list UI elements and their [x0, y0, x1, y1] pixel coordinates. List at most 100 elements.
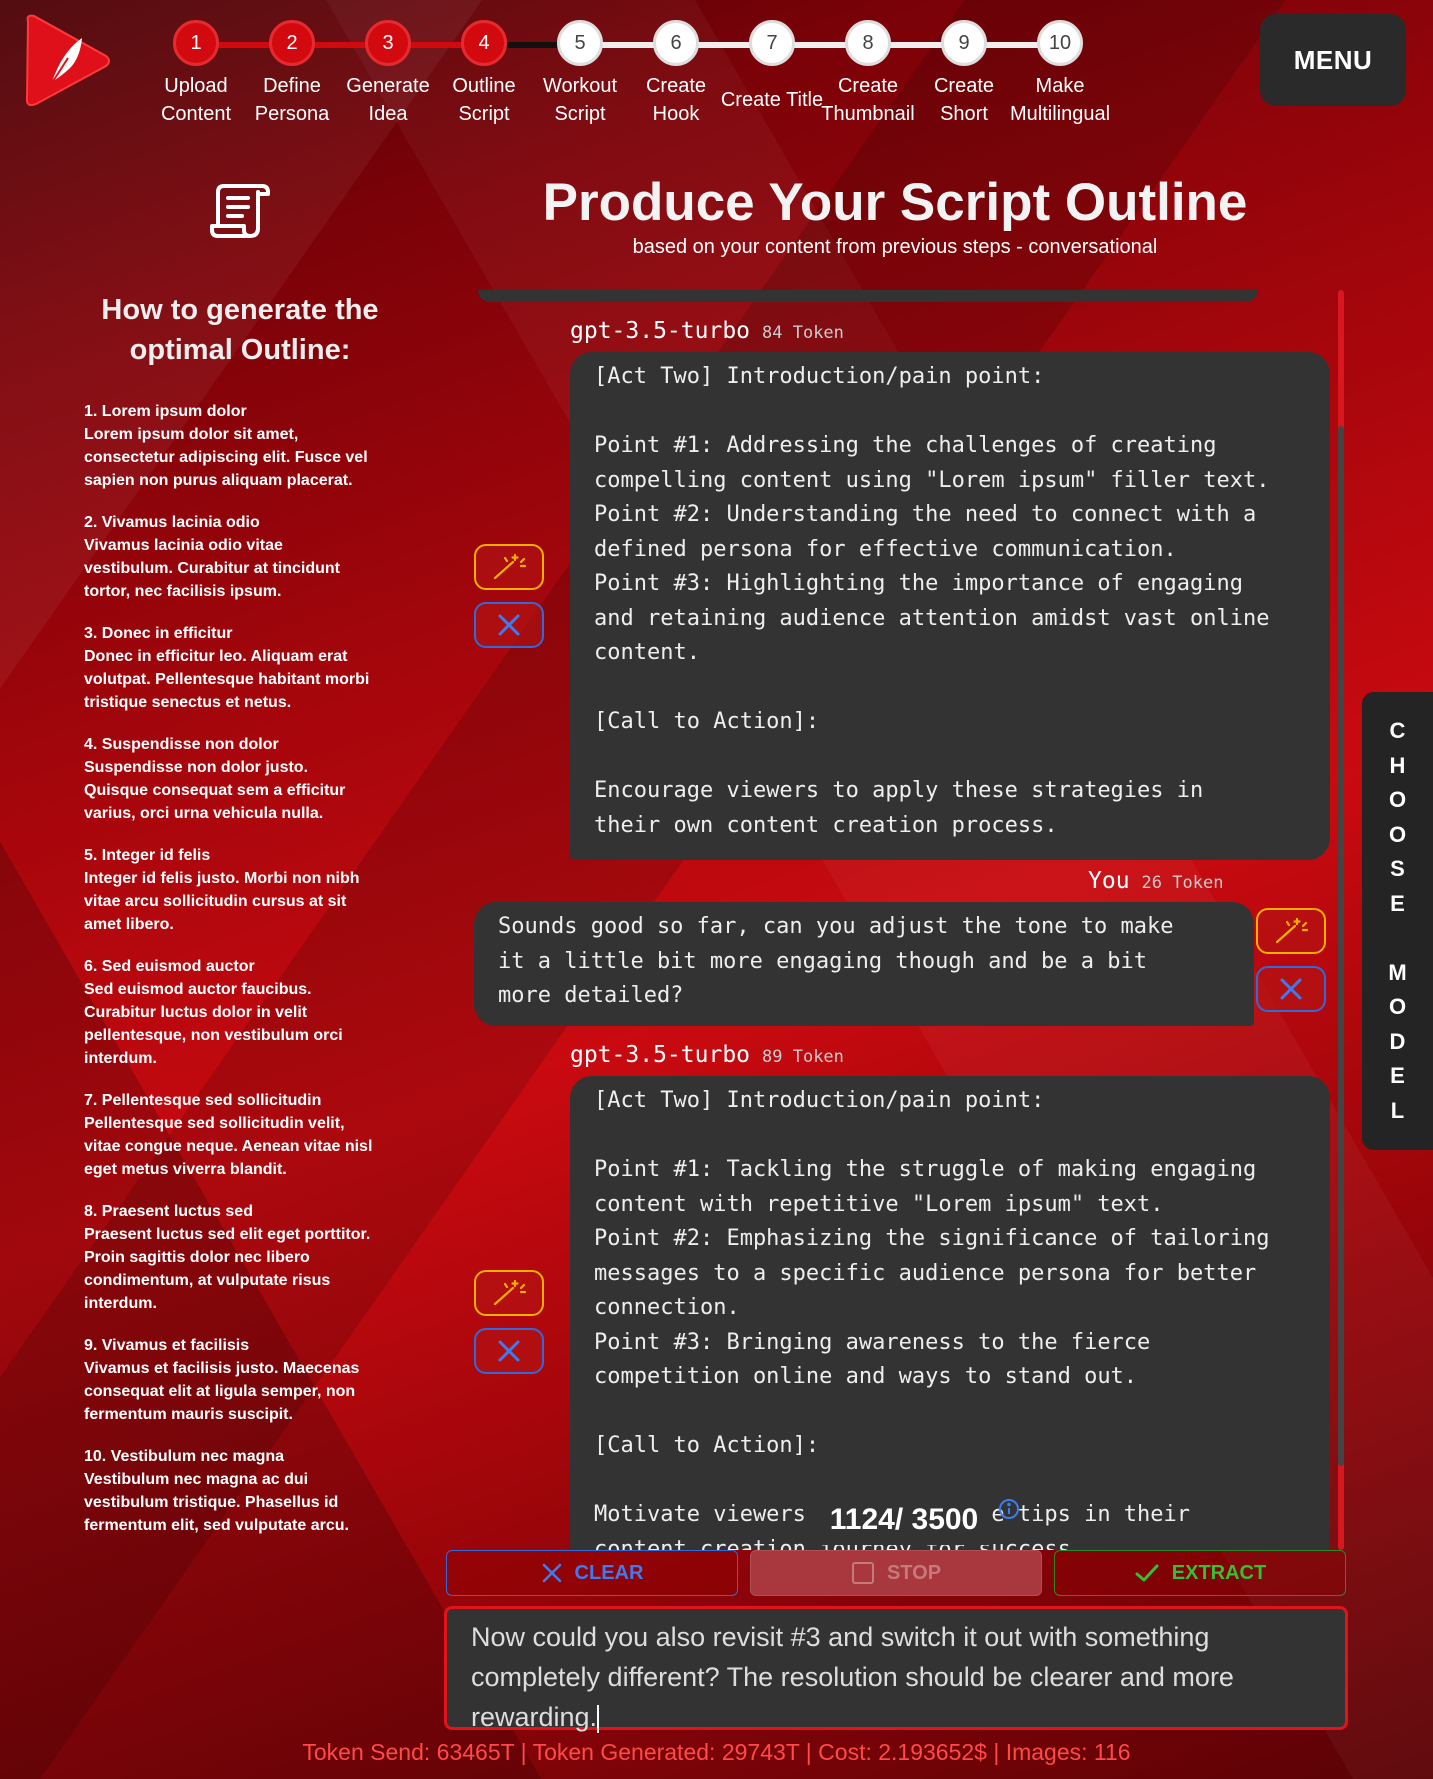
tip-item: 2. Vivamus lacinia odio Vivamus lacinia o…	[84, 511, 374, 603]
model-tab-letter: L	[1390, 1097, 1405, 1123]
ai-message-bubble: [Act Two] Introduction/pain point: Point…	[570, 1076, 1330, 1550]
step-number: 6	[653, 20, 699, 66]
step-number: 9	[941, 20, 987, 66]
step-number: 1	[173, 20, 219, 66]
tip-body: Sed euismod auctor faucibus. Curabitur l…	[84, 981, 343, 1067]
step-number: 10	[1037, 20, 1083, 66]
step-number: 7	[749, 20, 795, 66]
model-tab-letter: M	[1388, 959, 1407, 985]
tip-item: 1. Lorem ipsum dolor Lorem ipsum dolor si…	[84, 400, 374, 492]
token-count: 84 Token	[762, 323, 844, 343]
model-tab-letter: E	[1390, 890, 1405, 916]
model-tab-letter: D	[1389, 1028, 1406, 1054]
delete-message-button[interactable]	[1256, 966, 1326, 1012]
model-tab-letter: C	[1389, 718, 1406, 743]
progress-stepper: 1 Upload Content 2 Define Persona 3 Generate Ide…	[150, 20, 1250, 130]
prompt-input[interactable]: Now could you also revisit #3 and switch…	[444, 1606, 1348, 1733]
chat-window[interactable]: gpt-3.5-turbo 84 Token [Act Two] Introduc…	[466, 290, 1346, 1550]
token-count: 89 Token	[762, 1047, 844, 1067]
tip-heading: 8. Praesent luctus sed	[84, 1203, 253, 1220]
model-tab-letter: S	[1390, 856, 1405, 881]
extract-button[interactable]: EXTRACT	[1054, 1550, 1346, 1596]
token-count: 26 Token	[1141, 873, 1224, 893]
tip-body: Praesent luctus sed elit eget porttitor.…	[84, 1226, 371, 1312]
tip-heading: 3. Donec in efficitur	[84, 625, 233, 642]
extract-label: EXTRACT	[1171, 1561, 1267, 1584]
tip-body: Lorem ipsum dolor sit amet, consectetur …	[84, 426, 368, 489]
logo-icon[interactable]	[22, 12, 112, 110]
step-number: 3	[365, 20, 411, 66]
tip-heading: 6. Sed euismod auctor	[84, 958, 255, 975]
model-tab-letter: E	[1390, 1063, 1405, 1088]
tip-heading: 5. Integer id felis	[84, 847, 211, 864]
step-number: 2	[269, 20, 315, 66]
tip-item: 9. Vivamus et facilisis Vivamus et facili…	[84, 1334, 374, 1426]
check-icon	[1135, 1564, 1159, 1582]
sender-name: You	[1088, 868, 1130, 894]
step-label-line2: Multilingual	[1009, 103, 1111, 125]
tip-item: 10. Vestibulum nec magna Vestibulum nec m…	[84, 1445, 374, 1537]
tip-heading: 1. Lorem ipsum dolor	[84, 403, 247, 420]
sender-name: gpt-3.5-turbo	[570, 1042, 751, 1068]
step-number: 4	[461, 20, 507, 66]
menu-button[interactable]: MENU	[1260, 14, 1406, 106]
usage-stats: Token Send: 63465T | Token Generated: 29…	[302, 1739, 1131, 1765]
tip-item: 4. Suspendisse non dolor Suspendisse non …	[84, 733, 374, 825]
sidebar-title: How to generate the optimal Outline:	[101, 294, 379, 366]
regenerate-button[interactable]	[474, 544, 544, 590]
clear-label: CLEAR	[574, 1561, 644, 1584]
tip-body: Vivamus lacinia odio vitae vestibulum. C…	[84, 537, 341, 600]
prompt-input-value: Now could you also revisit #3 and switch…	[471, 1622, 1234, 1732]
step-10[interactable]: 10 Make Multilingual	[1000, 20, 1120, 128]
user-message-bubble: Sounds good so far, can you adjust the t…	[474, 902, 1254, 1026]
tip-body: Integer id felis justo. Morbi non nibh v…	[84, 870, 360, 933]
tip-item: 7. Pellentesque sed sollicitudin Pellente…	[84, 1089, 374, 1181]
step-number: 5	[557, 20, 603, 66]
chat-scrollbar-thumb[interactable]	[1338, 426, 1344, 1466]
model-tab-letter: O	[1388, 787, 1407, 812]
script-scroll-icon	[208, 178, 274, 244]
stop-button[interactable]: STOP	[750, 1550, 1042, 1596]
tip-body: Vestibulum nec magna ac dui vestibulum t…	[84, 1471, 349, 1534]
clear-button[interactable]: CLEAR	[446, 1550, 738, 1596]
sender-name: gpt-3.5-turbo	[570, 318, 751, 344]
magic-wand-icon	[1275, 917, 1309, 944]
tip-body: Donec in efficitur leo. Aliquam erat vol…	[84, 648, 370, 711]
tip-heading: 4. Suspendisse non dolor	[84, 736, 279, 753]
magic-wand-icon	[493, 553, 527, 580]
tips-list: 1. Lorem ipsum dolor Lorem ipsum dolor si…	[84, 400, 374, 1556]
message-header: You 26 Token	[1088, 868, 1223, 894]
close-icon	[498, 614, 520, 636]
step-label-line1: Make	[1035, 75, 1085, 97]
text-caret	[597, 1704, 600, 1733]
tip-item: 3. Donec in efficitur Donec in efficitur …	[84, 622, 374, 714]
message-header: gpt-3.5-turbo 84 Token	[570, 318, 844, 344]
tip-heading: 10. Vestibulum nec magna	[84, 1448, 285, 1465]
tip-item: 5. Integer id felis Integer id felis just…	[84, 844, 374, 936]
regenerate-button[interactable]	[1256, 908, 1326, 954]
action-bar: CLEAR STOP EXTRACT	[446, 1550, 1346, 1598]
tip-body: Vivamus et facilisis justo. Maecenas con…	[84, 1360, 360, 1423]
tip-body: Pellentesque sed sollicitudin velit, vit…	[84, 1115, 373, 1178]
tip-heading: 2. Vivamus lacinia odio	[84, 514, 260, 531]
tip-heading: 7. Pellentesque sed sollicitudin	[84, 1092, 322, 1109]
close-icon	[542, 1563, 561, 1583]
page-subtitle: based on your content from previous step…	[632, 236, 1158, 258]
stop-label: STOP	[886, 1561, 942, 1584]
chat-top-edge	[478, 290, 1258, 302]
delete-message-button[interactable]	[474, 602, 544, 648]
regenerate-button[interactable]	[474, 1270, 544, 1316]
choose-model-tab[interactable]: CHOOSEMODEL	[1362, 692, 1433, 1150]
message-header: gpt-3.5-turbo 89 Token	[570, 1042, 844, 1068]
magic-wand-icon	[493, 1279, 527, 1306]
page-title: Produce Your Script Outline	[542, 173, 1248, 232]
tip-heading: 9. Vivamus et facilisis	[84, 1337, 250, 1354]
tip-item: 6. Sed euismod auctor Sed euismod auctor …	[84, 955, 374, 1070]
checkbox-icon	[851, 1562, 874, 1584]
step-label: Make Multilingual	[1000, 72, 1120, 128]
tip-item: 8. Praesent luctus sed Praesent luctus se…	[84, 1200, 374, 1315]
delete-message-button[interactable]	[474, 1328, 544, 1374]
model-tab-letter: O	[1388, 821, 1407, 847]
info-icon[interactable]	[998, 1498, 1020, 1520]
close-icon	[1280, 978, 1302, 1000]
